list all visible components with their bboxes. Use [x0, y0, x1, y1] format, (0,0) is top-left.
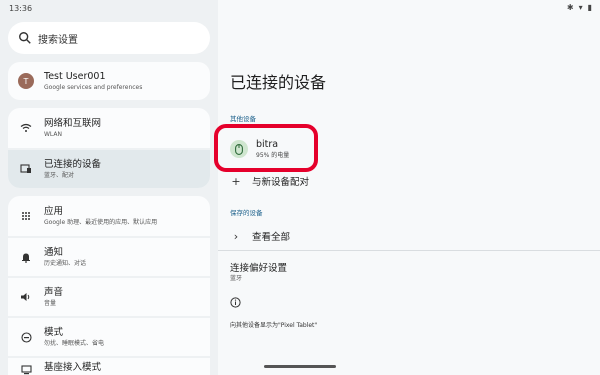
status-bar: 13:36 ✱ ▾ ▮: [0, 0, 600, 18]
plus-icon: +: [231, 174, 241, 188]
page-title: 已连接的设备: [230, 73, 327, 92]
devices-icon: [18, 161, 34, 177]
gesture-nav-bar[interactable]: [264, 365, 336, 368]
wifi-icon: [18, 120, 34, 136]
sidebar-item-connected-devices-sub: 蓝牙、配对: [44, 171, 75, 179]
sidebar-item-dock[interactable]: 基座接入模式: [8, 356, 210, 375]
sidebar-item-connected-devices[interactable]: 已连接的设备 蓝牙、配对: [8, 148, 210, 188]
device-visible-note: 向其他设备显示为"Pixel Tablet": [230, 322, 318, 329]
see-all-label: 查看全部: [252, 232, 291, 243]
battery-icon: ▮: [587, 3, 592, 12]
pair-new-device-button[interactable]: + 与新设备配对: [230, 174, 310, 189]
divider: [218, 250, 600, 251]
bluetooth-icon: ✱: [566, 3, 574, 12]
clock: 13:36: [9, 4, 33, 13]
sidebar-item-sound-sub: 音量: [44, 299, 57, 307]
sidebar-item-modes[interactable]: 模式 勿扰、睡眠模式、省电: [8, 316, 210, 356]
info-icon: [230, 297, 241, 308]
sidebar-item-apps-label: 应用: [44, 205, 64, 217]
account-sub: Google services and preferences: [44, 83, 143, 91]
media-devices-label: 其他设备: [230, 115, 256, 123]
device-highlight-box: [214, 124, 318, 172]
sidebar-item-modes-label: 模式: [44, 326, 64, 338]
dock-icon: [18, 362, 34, 375]
network-card: 网络和互联网 WLAN 已连接的设备 蓝牙、配对: [8, 108, 210, 188]
sidebar-item-connected-devices-label: 已连接的设备: [44, 158, 102, 170]
connection-preferences-item[interactable]: 连接偏好设置: [230, 260, 287, 274]
sidebar-item-network-sub: WLAN: [44, 130, 63, 138]
apps-card: 应用 Google 助理、最近使用的应用、默认应用 通知 历史通知、对话 声音 …: [8, 196, 210, 375]
apps-grid-icon: [18, 208, 34, 224]
account-card[interactable]: T Test User001 Google services and prefe…: [8, 62, 210, 100]
connection-preferences-sub: 蓝牙: [230, 275, 243, 282]
sidebar-item-notifications-label: 通知: [44, 246, 64, 258]
sidebar-item-network-label: 网络和互联网: [44, 117, 102, 129]
sidebar-item-dock-label: 基座接入模式: [44, 362, 102, 373]
avatar: T: [18, 73, 34, 89]
search-label: 搜索设置: [38, 34, 78, 46]
sidebar-item-sound-label: 声音: [44, 286, 64, 298]
chevron-right-icon: ›: [233, 229, 239, 243]
sidebar-item-notifications[interactable]: 通知 历史通知、对话: [8, 236, 210, 276]
wifi-status-icon: ▾: [578, 3, 583, 12]
volume-icon: [18, 289, 34, 305]
sidebar-item-apps[interactable]: 应用 Google 助理、最近使用的应用、默认应用: [8, 196, 210, 236]
pair-new-device-label: 与新设备配对: [252, 177, 310, 188]
search-icon: [19, 32, 31, 44]
status-icons: ✱ ▾ ▮: [567, 3, 592, 12]
bell-icon: [18, 249, 34, 265]
modes-icon: [18, 329, 34, 345]
account-name: Test User001: [44, 70, 106, 82]
sidebar-item-notifications-sub: 历史通知、对话: [44, 259, 87, 267]
saved-devices-label: 保存的设备: [230, 209, 263, 217]
account-item[interactable]: T Test User001 Google services and prefe…: [8, 62, 210, 100]
sidebar-item-modes-sub: 勿扰、睡眠模式、省电: [44, 339, 105, 347]
sidebar-item-network[interactable]: 网络和互联网 WLAN: [8, 108, 210, 148]
see-all-button[interactable]: › 查看全部: [230, 229, 291, 244]
sidebar-item-sound[interactable]: 声音 音量: [8, 276, 210, 316]
sidebar-item-apps-sub: Google 助理、最近使用的应用、默认应用: [44, 218, 158, 226]
search-settings-bar[interactable]: 搜索设置: [8, 22, 210, 54]
